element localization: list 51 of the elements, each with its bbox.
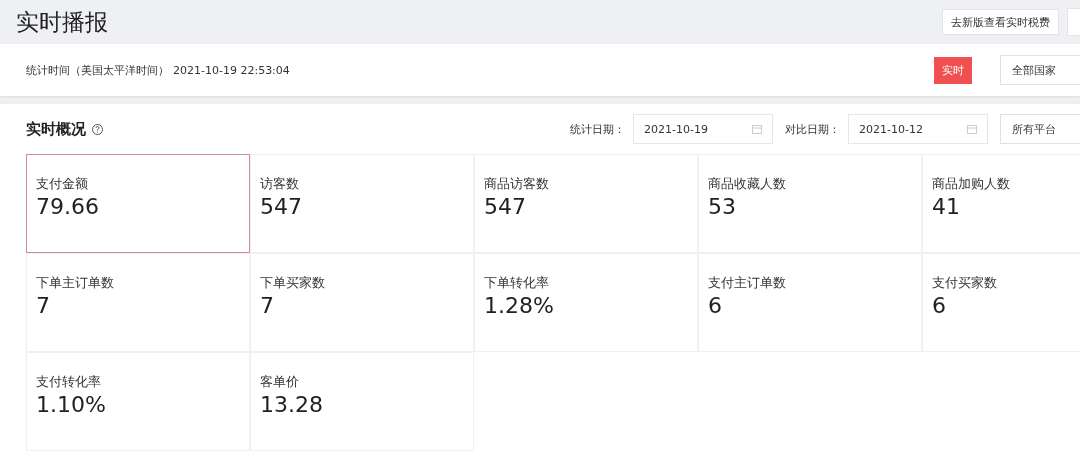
metric-label: 商品访客数 xyxy=(484,175,550,193)
stats-time-value: 2021-10-19 22:53:04 xyxy=(173,63,290,77)
compare-date-label: 对比日期： xyxy=(785,121,840,137)
date-field[interactable]: 2021-10-19 xyxy=(633,114,773,144)
metric-value: 6 xyxy=(932,293,947,318)
page-title: 实时播报 xyxy=(16,7,108,37)
metric-value: 547 xyxy=(484,194,527,219)
metric-label: 支付金额 xyxy=(36,175,89,193)
metric-card[interactable]: 下单主订单数 7 xyxy=(26,253,250,352)
metric-value: 6 xyxy=(708,293,723,318)
metric-value: 547 xyxy=(260,194,303,219)
help-icon[interactable] xyxy=(92,123,103,135)
metric-label: 支付转化率 xyxy=(36,373,102,391)
metric-value: 41 xyxy=(932,194,961,219)
calendar-icon xyxy=(752,124,762,134)
metric-card[interactable]: 支付买家数 6 xyxy=(922,253,1080,352)
metric-label: 下单主订单数 xyxy=(36,274,115,292)
metric-value: 1.28% xyxy=(484,293,555,318)
stats-time-label: 统计时间（美国太平洋时间） xyxy=(26,62,169,78)
metric-label: 下单买家数 xyxy=(260,274,326,292)
metric-card[interactable]: 下单买家数 7 xyxy=(250,253,474,352)
metric-label: 支付买家数 xyxy=(932,274,998,292)
metric-value: 13.28 xyxy=(260,392,324,417)
metric-card[interactable]: 下单转化率 1.28% xyxy=(474,253,698,352)
metric-value: 7 xyxy=(260,293,275,318)
platform-select[interactable]: 所有平台 xyxy=(1000,114,1080,144)
metric-label: 商品收藏人数 xyxy=(708,175,787,193)
metric-label: 支付主订单数 xyxy=(708,274,787,292)
metric-card[interactable]: 支付转化率 1.10% xyxy=(26,352,250,451)
metric-card[interactable]: 商品访客数 547 xyxy=(474,154,698,253)
metric-label: 客单价 xyxy=(260,373,300,391)
metric-card[interactable]: 访客数 547 xyxy=(250,154,474,253)
metric-value: 53 xyxy=(708,194,737,219)
calendar-icon xyxy=(967,124,977,134)
metric-label: 商品加购人数 xyxy=(932,175,1011,193)
metric-card[interactable]: 支付金额 79.66 xyxy=(26,154,250,253)
metric-card[interactable]: 支付主订单数 6 xyxy=(698,253,922,352)
metric-label: 下单转化率 xyxy=(484,274,550,292)
metric-card[interactable]: 商品收藏人数 53 xyxy=(698,154,922,253)
date-label: 统计日期： xyxy=(570,121,625,137)
metric-label: 访客数 xyxy=(260,175,300,193)
metric-value: 79.66 xyxy=(36,194,100,219)
overview-title: 实时概况 xyxy=(26,119,86,139)
new-version-button[interactable]: 去新版查看实时税费 xyxy=(942,9,1059,35)
metric-card[interactable]: 客单价 13.28 xyxy=(250,352,474,451)
realtime-button[interactable]: 实时 xyxy=(934,56,972,84)
country-select[interactable]: 全部国家 xyxy=(1000,55,1080,85)
metric-value: 7 xyxy=(36,293,51,318)
metric-value: 1.10% xyxy=(36,392,107,417)
metric-card[interactable]: 商品加购人数 41 xyxy=(922,154,1080,253)
compare-date-field[interactable]: 2021-10-12 xyxy=(848,114,988,144)
